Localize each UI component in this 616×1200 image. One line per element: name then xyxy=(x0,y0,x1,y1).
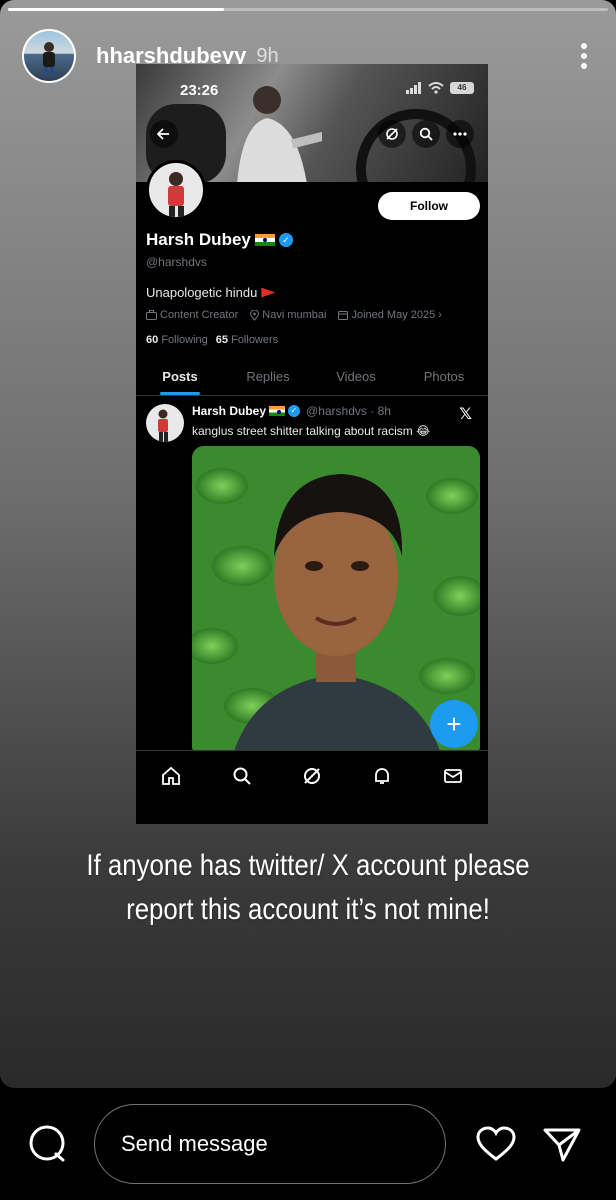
bottom-navigation xyxy=(136,750,488,800)
status-time: 23:26 xyxy=(180,82,219,99)
more-options-icon[interactable] xyxy=(446,120,474,148)
followers-count[interactable]: 65 Followers xyxy=(216,334,278,346)
story-avatar[interactable] xyxy=(22,29,76,83)
joined-item[interactable]: Joined May 2025 › xyxy=(338,309,442,321)
home-icon[interactable] xyxy=(153,758,189,794)
send-paper-plane-icon[interactable] xyxy=(540,1122,584,1166)
profile-name-row: Harsh Dubey ✓ xyxy=(146,230,293,250)
profile-bio: Unapologetic hindu xyxy=(146,285,276,300)
tab-replies[interactable]: Replies xyxy=(224,360,312,395)
post-author-name: Harsh Dubey xyxy=(192,404,267,418)
profile-person-photo xyxy=(168,172,184,217)
grok-icon[interactable] xyxy=(378,120,406,148)
compose-post-button[interactable]: + xyxy=(430,700,478,748)
messages-envelope-icon[interactable] xyxy=(435,758,471,794)
back-arrow-icon[interactable] xyxy=(150,120,178,148)
post-text: kanglus street shitter talking about rac… xyxy=(192,424,431,438)
caption-line-2: report this account it’s not mine! xyxy=(126,893,490,926)
tab-posts[interactable]: Posts xyxy=(136,360,224,395)
post-handle-time: @harshdvs · 8h xyxy=(306,404,391,418)
grok-icon[interactable] xyxy=(294,758,330,794)
profile-tabs: Posts Replies Videos Photos xyxy=(136,360,488,396)
person-silhouette-icon xyxy=(43,42,55,77)
verified-badge-icon: ✓ xyxy=(278,233,293,247)
follow-counts: 60 Following 65 Followers xyxy=(146,334,278,346)
red-flag-icon xyxy=(261,287,276,298)
post-avatar[interactable] xyxy=(146,404,184,442)
following-count[interactable]: 60 Following xyxy=(146,334,208,346)
story-caption: If anyone has twitter/ X account please … xyxy=(43,844,573,932)
battery-icon: 46 xyxy=(450,82,474,94)
x-logo-icon: 𝕏 xyxy=(459,406,472,423)
heart-icon[interactable] xyxy=(474,1122,518,1166)
wifi-icon xyxy=(428,82,444,94)
post-avatar-photo xyxy=(158,409,168,442)
location-pin-icon xyxy=(250,309,260,321)
tab-videos[interactable]: Videos xyxy=(312,360,400,395)
briefcase-icon xyxy=(146,310,157,320)
story-reply-bar xyxy=(0,1088,616,1200)
follow-button[interactable]: Follow xyxy=(378,192,480,220)
story-viewer: hharshdubeyy 9h 23:26 46 Follow Harsh Du… xyxy=(0,0,616,1088)
india-flag-icon xyxy=(254,234,275,246)
signal-icon xyxy=(406,82,421,94)
search-icon[interactable] xyxy=(224,758,260,794)
send-message-input[interactable] xyxy=(94,1104,446,1184)
calendar-icon xyxy=(338,311,349,320)
caption-line-1: If anyone has twitter/ X account please xyxy=(86,849,530,882)
post-header: Harsh Dubey ✓ @harshdvs · 8h xyxy=(192,404,391,418)
status-icons: 46 xyxy=(406,82,474,94)
story-progress-bar xyxy=(8,8,608,11)
category-item: Content Creator xyxy=(146,309,238,321)
x-profile-screenshot: 23:26 46 Follow Harsh Dubey ✓ @harshdvs … xyxy=(136,64,488,824)
verified-badge-icon: ✓ xyxy=(288,405,301,417)
driver-photo xyxy=(237,86,322,182)
chevron-right-icon: › xyxy=(438,309,442,321)
camera-icon[interactable] xyxy=(24,1121,70,1167)
search-icon[interactable] xyxy=(412,120,440,148)
profile-handle: @harshdvs xyxy=(146,255,207,269)
story-progress-fill xyxy=(8,8,224,11)
avatar-image xyxy=(24,31,74,81)
bio-text: Unapologetic hindu xyxy=(146,285,258,300)
profile-avatar[interactable] xyxy=(146,160,206,220)
notifications-bell-icon[interactable] xyxy=(364,758,400,794)
tab-photos[interactable]: Photos xyxy=(400,360,488,395)
profile-name: Harsh Dubey xyxy=(146,230,251,249)
more-options-icon[interactable] xyxy=(574,41,594,71)
india-flag-icon xyxy=(269,406,286,416)
location-item: Navi mumbai xyxy=(250,309,326,321)
profile-meta: Content Creator Navi mumbai Joined May 2… xyxy=(146,309,442,321)
